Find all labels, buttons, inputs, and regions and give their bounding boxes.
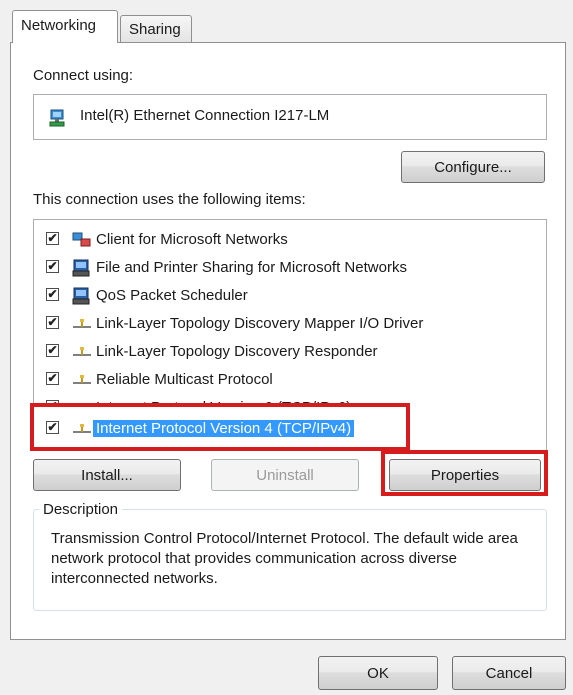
adapter-field: Intel(R) Ethernet Connection I217-LM	[33, 94, 547, 140]
highlight-ipv4	[30, 403, 410, 451]
checkbox[interactable]: ✔	[46, 372, 59, 385]
checkbox[interactable]: ✔	[46, 260, 59, 273]
list-item-reliable-multicast[interactable]: ✔ Reliable Multicast Protocol	[34, 367, 546, 393]
service-icon	[72, 287, 90, 305]
configure-button[interactable]: Configure...	[401, 151, 545, 183]
uninstall-button[interactable]: Uninstall	[211, 459, 359, 491]
description-legend: Description	[39, 501, 123, 518]
list-item-client-networks[interactable]: ✔ Client for Microsoft Networks	[34, 227, 546, 253]
connect-using-label: Connect using:	[33, 67, 134, 84]
checkbox[interactable]: ✔	[46, 232, 59, 245]
list-item-lltd-responder[interactable]: ✔ Link-Layer Topology Discovery Responde…	[34, 339, 546, 365]
network-adapter-icon	[49, 109, 65, 127]
install-button[interactable]: Install...	[33, 459, 181, 491]
service-icon	[72, 259, 90, 277]
highlight-properties	[381, 450, 548, 496]
list-item-lltd-mapper[interactable]: ✔ Link-Layer Topology Discovery Mapper I…	[34, 311, 546, 337]
protocol-icon	[73, 319, 91, 328]
ok-button[interactable]: OK	[318, 656, 438, 690]
tab-sharing[interactable]: Sharing	[120, 15, 192, 43]
cancel-button[interactable]: Cancel	[452, 656, 566, 690]
client-network-icon	[72, 232, 91, 247]
checkbox[interactable]: ✔	[46, 316, 59, 329]
protocol-icon	[73, 347, 91, 356]
list-item-file-printer-sharing[interactable]: ✔ File and Printer Sharing for Microsoft…	[34, 255, 546, 281]
tab-networking[interactable]: Networking	[12, 10, 118, 43]
item-label: Reliable Multicast Protocol	[96, 371, 273, 388]
protocol-icon	[73, 375, 91, 384]
item-label: Link-Layer Topology Discovery Mapper I/O…	[96, 315, 424, 332]
item-label: QoS Packet Scheduler	[96, 287, 248, 304]
networking-panel: Connect using: Intel(R) Ethernet Connect…	[10, 42, 566, 640]
item-label: Link-Layer Topology Discovery Responder	[96, 343, 378, 360]
checkbox[interactable]: ✔	[46, 288, 59, 301]
checkbox[interactable]: ✔	[46, 344, 59, 357]
item-label: Client for Microsoft Networks	[96, 231, 288, 248]
list-item-qos[interactable]: ✔ QoS Packet Scheduler	[34, 283, 546, 309]
adapter-name: Intel(R) Ethernet Connection I217-LM	[80, 107, 330, 124]
item-label: File and Printer Sharing for Microsoft N…	[96, 259, 407, 276]
items-label: This connection uses the following items…	[33, 191, 306, 208]
description-text: Transmission Control Protocol/Internet P…	[51, 530, 518, 587]
